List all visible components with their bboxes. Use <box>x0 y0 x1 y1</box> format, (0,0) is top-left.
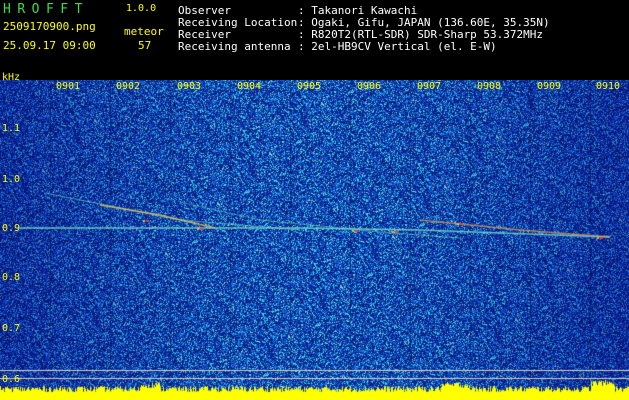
y-tick-label: 1.0 <box>2 174 21 185</box>
x-tick-label: 0908 <box>477 81 502 92</box>
info-key-antenna: Receiving antenna <box>178 40 291 53</box>
y-tick-label: 0.9 <box>2 223 21 234</box>
app-title: HROFFT <box>3 2 89 17</box>
x-tick-label: 0909 <box>537 81 562 92</box>
info-value-antenna: : 2el-HB9CV Vertical (el. E-W) <box>298 40 497 53</box>
x-tick-label: 0906 <box>357 81 382 92</box>
x-tick-label: 0905 <box>297 81 322 92</box>
meteor-count: 57 <box>138 39 152 52</box>
x-tick-label: 0910 <box>596 81 621 92</box>
app-version: 1.0.0 <box>126 3 157 14</box>
x-tick-label: 0904 <box>237 81 262 92</box>
file-datetime: 25.09.17 09:00 <box>3 39 96 52</box>
x-tick-label: 0901 <box>56 81 81 92</box>
y-tick-label: 0.6 <box>2 374 21 385</box>
y-tick-label: 0.7 <box>2 323 21 334</box>
header-panel: HROFFT 1.0.0 2509170900.png 25.09.17 09:… <box>0 0 629 80</box>
y-tick-label: 0.8 <box>2 272 21 283</box>
y-axis-unit: kHz <box>2 72 21 83</box>
x-tick-label: 0903 <box>177 81 202 92</box>
x-tick-label: 0902 <box>116 81 141 92</box>
spectrogram-canvas <box>0 80 629 400</box>
file-name: 2509170900.png <box>3 20 96 33</box>
y-tick-label: 1.1 <box>2 123 21 134</box>
meteor-label: meteor <box>124 25 164 38</box>
x-tick-label: 0907 <box>417 81 442 92</box>
